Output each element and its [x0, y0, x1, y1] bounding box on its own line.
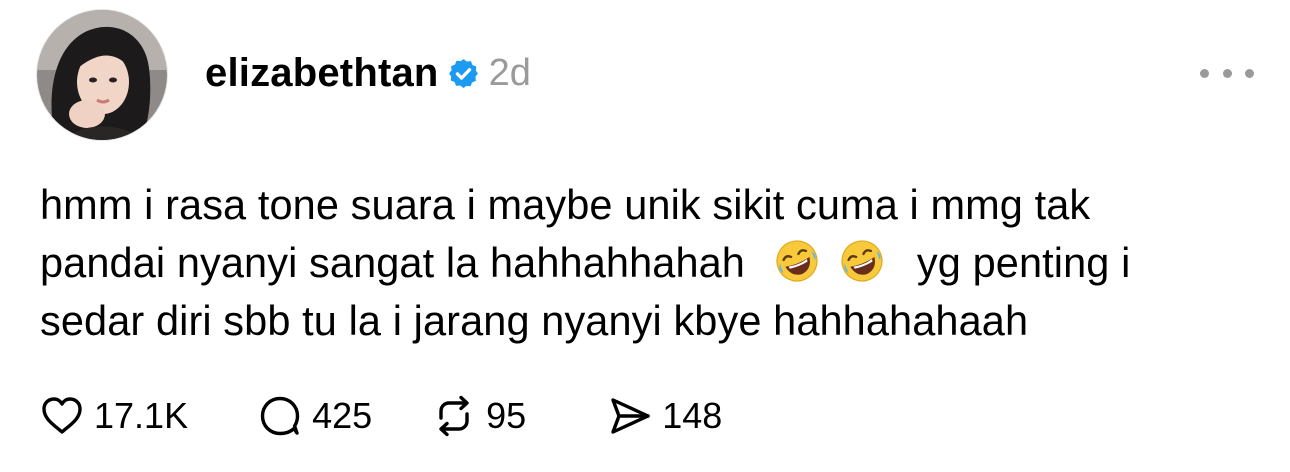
post-text-line: sedar diri sbb tu la i jarang nyanyi kby… [40, 297, 1029, 344]
avatar-image [37, 10, 167, 140]
rolling-laughing-emoji-icon [773, 237, 821, 285]
comment-bubble-icon [258, 394, 302, 438]
post-header: elizabethtan 2d [205, 50, 531, 96]
reply-count: 425 [312, 395, 373, 436]
verified-badge-icon [447, 57, 480, 90]
repost-button[interactable]: 95 [432, 394, 526, 438]
share-count: 148 [662, 395, 723, 436]
post-actions-bar: 17.1K 425 95 148 [40, 394, 722, 438]
send-paper-plane-icon [608, 394, 652, 438]
post-text-segment: pandai nyanyi sangat la hahhahhahah [40, 239, 745, 286]
more-options-button[interactable] [1200, 60, 1254, 86]
post-text-segment: yg penting i [916, 239, 1131, 286]
more-dots-icon [1245, 68, 1254, 78]
share-button[interactable]: 148 [608, 394, 722, 438]
post-text-line: hmm i rasa tone suara i maybe unik sikit… [40, 181, 1091, 228]
more-dots-icon [1200, 68, 1209, 78]
like-count: 17.1K [94, 395, 189, 436]
post-body: hmm i rasa tone suara i maybe unik sikit… [40, 176, 1255, 350]
heart-icon [40, 394, 84, 438]
more-dots-icon [1222, 68, 1232, 78]
avatar[interactable] [37, 10, 167, 140]
post-timestamp: 2d [488, 51, 531, 94]
repost-arrows-icon [432, 394, 476, 438]
reply-button[interactable]: 425 [258, 394, 372, 438]
post-text-line-with-emoji: pandai nyanyi sangat la hahhahhahah yg p… [40, 234, 1255, 292]
username[interactable]: elizabethtan [205, 51, 439, 96]
repost-count: 95 [486, 395, 527, 436]
like-button[interactable]: 17.1K [40, 394, 188, 438]
rolling-laughing-emoji-icon [838, 237, 886, 285]
